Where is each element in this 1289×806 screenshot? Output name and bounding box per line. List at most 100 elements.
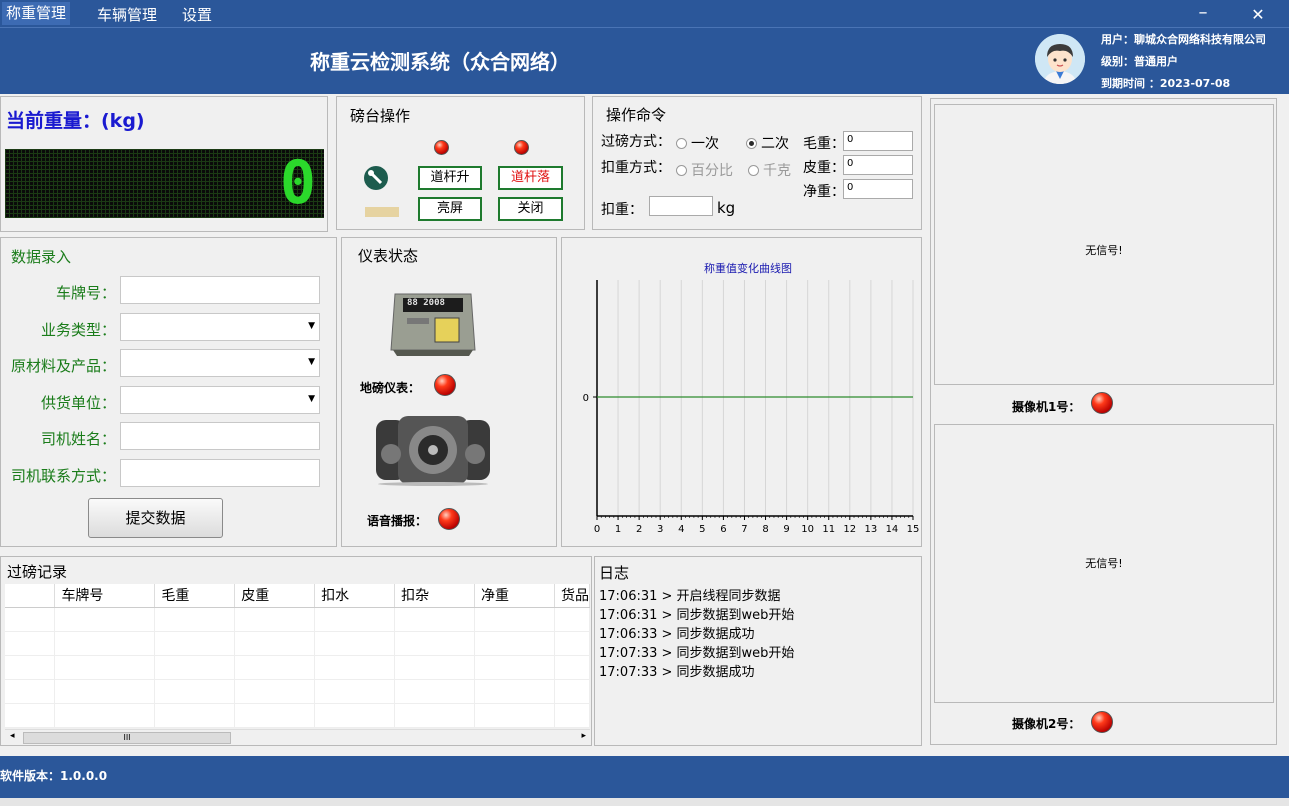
pass-once-option[interactable]: 一次 bbox=[676, 133, 719, 153]
log-entry: 17:07:33 > 同步数据到web开始 bbox=[599, 646, 795, 661]
table-row[interactable] bbox=[5, 679, 591, 704]
menu-weighing[interactable]: 称重管理 bbox=[2, 2, 71, 25]
deduct-label: 扣重： bbox=[601, 202, 643, 218]
log-entry: 17:06:31 > 同步数据到web开始 bbox=[599, 608, 795, 623]
log-title: 日志 bbox=[599, 564, 630, 582]
status-bar: 软件版本：1.0.0.0 bbox=[0, 756, 1289, 798]
scroll-left-icon[interactable]: ◂ bbox=[10, 731, 15, 741]
gate-up-indicator bbox=[434, 140, 449, 155]
x-tick-label: 15 bbox=[907, 524, 920, 535]
driver-phone-input[interactable] bbox=[120, 459, 320, 487]
pass-mode-label: 过磅方式： bbox=[601, 134, 671, 150]
scale-ops-panel: 磅台操作 道杆升 道杆落 亮屏 关闭 bbox=[336, 96, 585, 230]
x-tick-label: 6 bbox=[720, 524, 726, 535]
taskbar-strip bbox=[0, 798, 1289, 806]
scroll-thumb[interactable]: III bbox=[23, 732, 231, 744]
supplier-label: 供货单位： bbox=[40, 394, 116, 412]
table-row[interactable] bbox=[5, 655, 591, 680]
column-header[interactable]: 皮重 bbox=[234, 584, 316, 608]
camera-2-status: 无信号! bbox=[1085, 557, 1123, 570]
table-row[interactable] bbox=[5, 607, 591, 632]
table-row[interactable] bbox=[5, 631, 591, 656]
meter-label: 地磅仪表： bbox=[360, 381, 421, 395]
weight-title: 当前重量：(kg) bbox=[6, 110, 145, 132]
x-tick-label: 8 bbox=[762, 524, 768, 535]
data-entry-panel: 数据录入 车牌号： 业务类型： ▼ 原材料及产品： ▼ 供货单位： ▼ 司机姓名… bbox=[0, 237, 337, 547]
instrument-title: 仪表状态 bbox=[358, 247, 419, 265]
y-tick-label: 0 bbox=[583, 393, 589, 404]
expire-date: 到期时间 ：2023-07-08 bbox=[1101, 77, 1231, 90]
x-tick-label: 10 bbox=[801, 524, 814, 535]
x-tick-label: 5 bbox=[699, 524, 705, 535]
screen-off-button[interactable]: 关闭 bbox=[498, 197, 563, 221]
biz-type-label: 业务类型： bbox=[40, 321, 116, 339]
camera-1-label: 摄像机1号： bbox=[1012, 400, 1081, 414]
weighing-indicator-icon: 88 2008 bbox=[389, 290, 477, 358]
x-tick-label: 13 bbox=[864, 524, 877, 535]
horizontal-scrollbar[interactable]: ◂ III ▸ bbox=[5, 729, 590, 745]
dropdown-arrow-icon: ▼ bbox=[308, 357, 315, 367]
column-header[interactable]: 毛重 bbox=[154, 584, 236, 608]
x-tick-label: 14 bbox=[886, 524, 899, 535]
deduct-percent-option: 百分比 bbox=[676, 160, 733, 180]
submit-button[interactable]: 提交数据 bbox=[88, 498, 223, 538]
close-button[interactable]: ✕ bbox=[1243, 5, 1273, 24]
voice-status-indicator bbox=[438, 508, 460, 530]
table-row[interactable] bbox=[5, 703, 591, 728]
plate-label: 车牌号： bbox=[55, 284, 116, 302]
app-header: 称重云检测系统（众合网络） 用户：聊城众合网络科技有限公司 级别：普通用户 到期… bbox=[0, 27, 1289, 94]
camera-1-indicator bbox=[1091, 392, 1113, 414]
gate-down-indicator bbox=[514, 140, 529, 155]
weight-curve-chart: 称重值变化曲线图 0 1 2 3 4 5 6 7 8 9 10 11 12 13 14 150 bbox=[583, 261, 920, 535]
tare-field[interactable]: 0 bbox=[843, 155, 913, 175]
supplier-select[interactable]: ▼ bbox=[120, 386, 320, 414]
biz-type-select[interactable]: ▼ bbox=[120, 313, 320, 341]
commands-title: 操作命令 bbox=[606, 106, 667, 124]
voice-label: 语音播报： bbox=[367, 514, 428, 528]
camera-column: 无信号! 摄像机1号： 无信号! 摄像机2号： bbox=[930, 98, 1277, 745]
x-tick-label: 3 bbox=[657, 524, 663, 535]
deduct-mode-label: 扣重方式： bbox=[601, 160, 671, 176]
pass-twice-option[interactable]: 二次 bbox=[746, 133, 789, 153]
material-select[interactable]: ▼ bbox=[120, 349, 320, 377]
column-header[interactable]: 车牌号 bbox=[54, 584, 156, 608]
radio-selected-icon bbox=[746, 138, 757, 149]
menu-settings[interactable]: 设置 bbox=[182, 4, 212, 25]
gate-icon bbox=[364, 166, 388, 190]
x-tick-label: 1 bbox=[615, 524, 621, 535]
dropdown-arrow-icon: ▼ bbox=[308, 394, 315, 404]
gate-up-button[interactable]: 道杆升 bbox=[418, 166, 482, 190]
gross-field[interactable]: 0 bbox=[843, 131, 913, 151]
deduct-field[interactable] bbox=[649, 196, 713, 216]
x-tick-label: 2 bbox=[636, 524, 642, 535]
column-header[interactable]: 净重 bbox=[474, 584, 555, 608]
deduct-kg-option: 千克 bbox=[748, 160, 791, 180]
log-entry: 17:06:31 > 开启线程同步数据 bbox=[599, 589, 781, 604]
screen-on-button[interactable]: 亮屏 bbox=[418, 197, 482, 221]
minimize-button[interactable]: – bbox=[1188, 2, 1218, 23]
records-table: 车牌号 毛重 皮重 扣水 扣杂 净重 货品 bbox=[5, 584, 591, 728]
x-tick-label: 11 bbox=[822, 524, 835, 535]
camera-1-view: 无信号! bbox=[934, 104, 1274, 385]
scroll-right-icon[interactable]: ▸ bbox=[581, 731, 586, 741]
chart-panel: 称重值变化曲线图 0 1 2 3 4 5 6 7 8 9 10 11 12 13 14 15 0 bbox=[561, 237, 922, 547]
user-level: 级别：普通用户 bbox=[1101, 55, 1178, 68]
instrument-panel: 仪表状态 88 2008 地磅仪表： 语音播报： bbox=[341, 237, 557, 547]
gate-down-button[interactable]: 道杆落 bbox=[498, 166, 563, 190]
radio-icon bbox=[676, 165, 687, 176]
column-header[interactable]: 扣水 bbox=[314, 584, 396, 608]
avatar bbox=[1035, 34, 1085, 84]
driver-name-input[interactable] bbox=[120, 422, 320, 450]
column-header[interactable]: 货品 bbox=[554, 584, 591, 608]
deduct-unit: kg bbox=[717, 199, 736, 217]
software-version: 软件版本：1.0.0.0 bbox=[0, 769, 108, 783]
net-field[interactable]: 0 bbox=[843, 179, 913, 199]
scale-ops-title: 磅台操作 bbox=[350, 107, 411, 125]
column-header[interactable]: 扣杂 bbox=[394, 584, 476, 608]
x-tick-label: 9 bbox=[783, 524, 789, 535]
weight-panel: 当前重量：(kg) 0 bbox=[0, 96, 328, 232]
x-tick-label: 7 bbox=[741, 524, 747, 535]
menu-vehicles[interactable]: 车辆管理 bbox=[97, 4, 157, 25]
plate-input[interactable] bbox=[120, 276, 320, 304]
driver-phone-label: 司机联系方式： bbox=[10, 467, 116, 485]
